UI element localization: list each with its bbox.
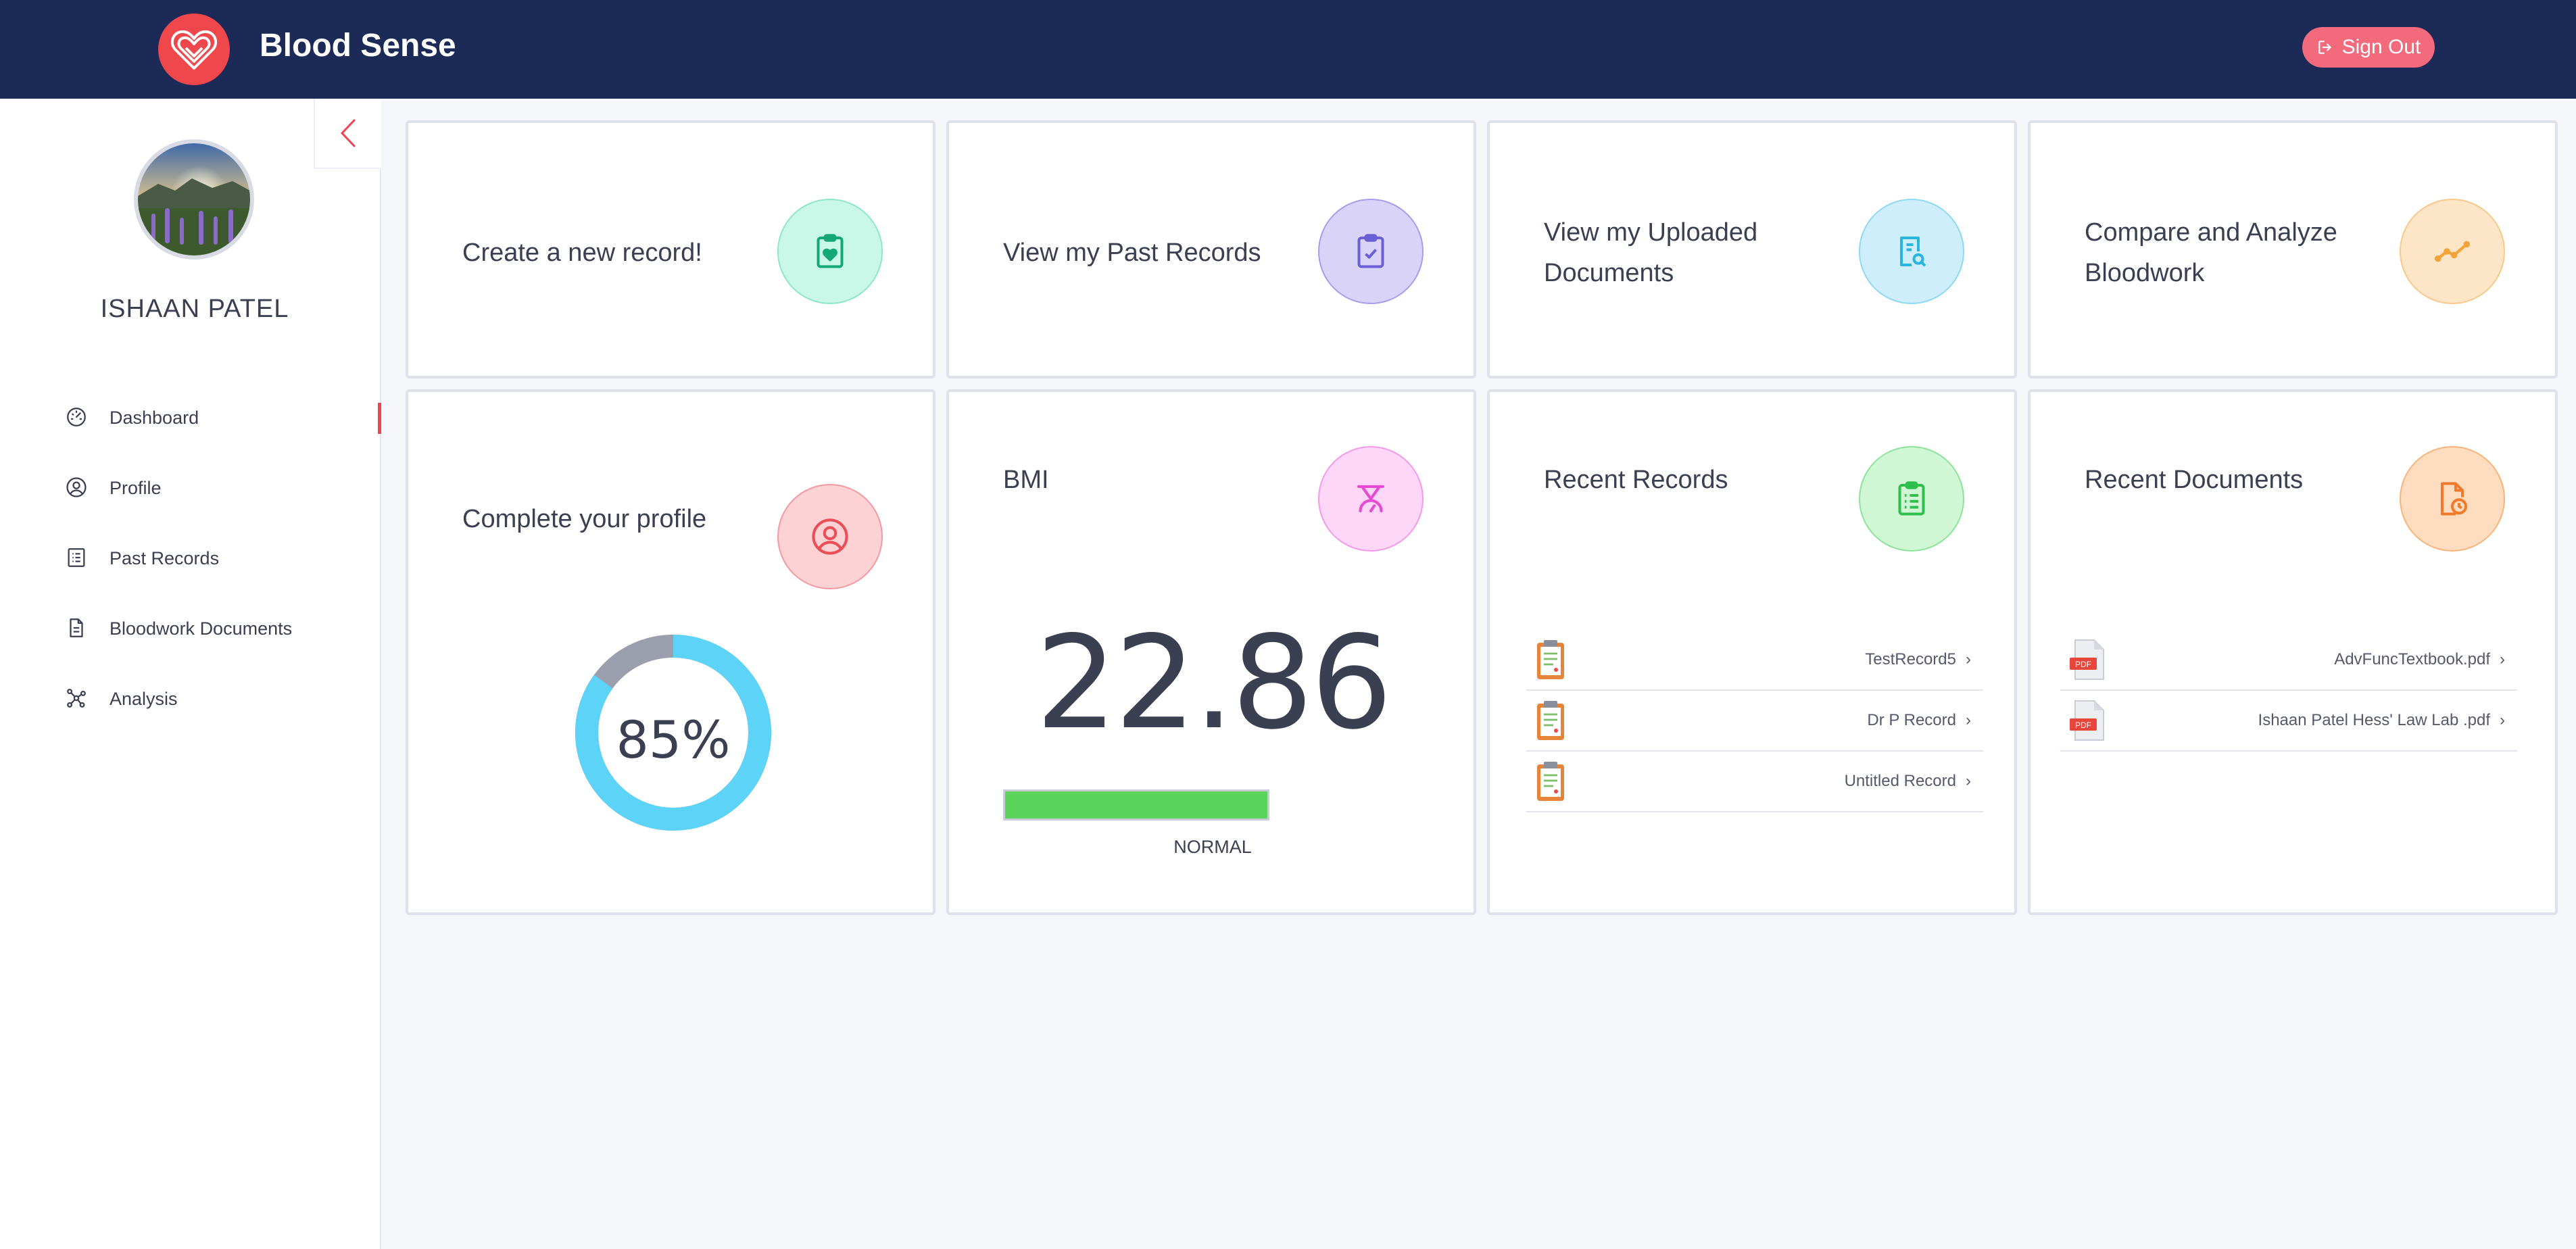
chevron-right-icon: › bbox=[1966, 650, 1971, 668]
sign-out-icon bbox=[2318, 41, 2331, 54]
card-title: View my Past Records bbox=[1003, 239, 1261, 267]
avatar[interactable] bbox=[134, 139, 254, 260]
compare-analyze-card[interactable]: Compare and Analyze Bloodwork bbox=[2028, 120, 2558, 378]
list-item[interactable]: Dr P Record › bbox=[1526, 691, 1983, 752]
sidebar-item-label: Dashboard bbox=[110, 407, 199, 428]
sidebar-item-label: Analysis bbox=[110, 688, 178, 709]
trend-line-icon bbox=[2400, 199, 2505, 304]
pdf-file-icon: PDF bbox=[2068, 639, 2108, 681]
sidebar-item-bloodwork-documents[interactable]: Bloodwork Documents bbox=[0, 593, 381, 664]
document-clock-icon[interactable] bbox=[2400, 446, 2505, 552]
user-circle-icon bbox=[65, 476, 89, 500]
create-record-card[interactable]: Create a new record! bbox=[406, 120, 935, 378]
bmi-level-bar bbox=[1003, 789, 1269, 821]
clipboard-heart-icon bbox=[777, 199, 883, 304]
card-title: Recent Documents bbox=[2085, 466, 2304, 494]
document-name: AdvFuncTextbook.pdf bbox=[2334, 650, 2490, 668]
sidebar-item-label: Past Records bbox=[110, 547, 220, 568]
clipboard-icon bbox=[1534, 700, 1567, 741]
sidebar-item-analysis[interactable]: Analysis bbox=[0, 664, 381, 734]
sidebar: ISHAAN PATEL Dashboard Profile Past Reco… bbox=[0, 99, 381, 1249]
uploaded-documents-card[interactable]: View my Uploaded Documents bbox=[1487, 120, 2017, 378]
card-title: Recent Records bbox=[1544, 466, 1728, 494]
chevron-right-icon: › bbox=[1966, 772, 1971, 790]
chevron-left-icon bbox=[340, 119, 356, 147]
complete-profile-card[interactable]: Complete your profile 85% bbox=[406, 389, 935, 915]
clipboard-list-icon[interactable] bbox=[1859, 446, 1964, 552]
sidebar-item-label: Bloodwork Documents bbox=[110, 618, 293, 639]
sign-out-button[interactable]: Sign Out bbox=[2302, 27, 2435, 68]
svg-text:PDF: PDF bbox=[2075, 720, 2091, 730]
card-title: Compare and Analyze Bloodwork bbox=[2085, 218, 2337, 287]
chevron-right-icon: › bbox=[2500, 711, 2505, 729]
heart-logo-icon[interactable] bbox=[158, 14, 230, 85]
card-title: View my Uploaded Documents bbox=[1544, 218, 1758, 287]
document-search-icon bbox=[1859, 199, 1964, 304]
svg-text:PDF: PDF bbox=[2075, 660, 2091, 669]
record-name: Dr P Record bbox=[1867, 711, 1956, 729]
dashboard-gauge-icon bbox=[65, 406, 89, 430]
profile-percent: 85% bbox=[616, 710, 731, 770]
chevron-right-icon: › bbox=[2500, 650, 2505, 668]
card-title: Create a new record! bbox=[462, 239, 702, 267]
sidebar-item-past-records[interactable]: Past Records bbox=[0, 523, 381, 593]
sidebar-nav: Dashboard Profile Past Records Bloodwork… bbox=[0, 383, 381, 734]
document-name: Ishaan Patel Hess' Law Lab .pdf bbox=[2258, 711, 2490, 729]
recent-documents-card: Recent Documents PDF AdvFuncTextbook.pdf… bbox=[2028, 389, 2558, 915]
list-icon bbox=[65, 546, 89, 570]
sidebar-item-dashboard[interactable]: Dashboard bbox=[0, 383, 381, 453]
past-records-card[interactable]: View my Past Records bbox=[946, 120, 1476, 378]
document-icon bbox=[65, 616, 89, 641]
clipboard-check-icon bbox=[1318, 199, 1424, 304]
clipboard-icon bbox=[1534, 760, 1567, 802]
top-bar: Blood Sense Sign Out bbox=[0, 0, 2576, 99]
record-name: TestRecord5 bbox=[1865, 650, 1956, 668]
bmi-status: NORMAL bbox=[1173, 837, 1252, 857]
chevron-right-icon: › bbox=[1966, 711, 1971, 729]
recent-documents-list: PDF AdvFuncTextbook.pdf › PDF Ishaan Pate… bbox=[2060, 630, 2517, 752]
record-name: Untitled Record bbox=[1844, 772, 1956, 790]
app-title: Blood Sense bbox=[260, 28, 456, 64]
card-title: BMI bbox=[1003, 466, 1049, 494]
bmi-value: 22.86 bbox=[1036, 608, 1392, 758]
list-item[interactable]: Untitled Record › bbox=[1526, 752, 1983, 812]
scale-icon bbox=[1318, 446, 1424, 552]
list-item[interactable]: PDF Ishaan Patel Hess' Law Lab .pdf › bbox=[2060, 691, 2517, 752]
recent-records-card: Recent Records TestRecord5 › Dr P Record ›… bbox=[1487, 389, 2017, 915]
user-circle-icon bbox=[777, 484, 883, 589]
clipboard-icon bbox=[1534, 639, 1567, 681]
sidebar-item-label: Profile bbox=[110, 477, 162, 498]
collapse-sidebar-button[interactable] bbox=[314, 99, 381, 169]
user-name: ISHAAN PATEL bbox=[100, 295, 289, 323]
card-title: Complete your profile bbox=[462, 505, 707, 533]
recent-records-list: TestRecord5 › Dr P Record › Untitled Recor… bbox=[1526, 630, 1983, 812]
sign-out-label: Sign Out bbox=[2341, 36, 2421, 58]
list-item[interactable]: TestRecord5 › bbox=[1526, 630, 1983, 691]
list-item[interactable]: PDF AdvFuncTextbook.pdf › bbox=[2060, 630, 2517, 691]
bmi-card: BMI 22.86 NORMAL bbox=[946, 389, 1476, 915]
network-nodes-icon bbox=[65, 687, 89, 711]
sidebar-item-profile[interactable]: Profile bbox=[0, 453, 381, 523]
pdf-file-icon: PDF bbox=[2068, 700, 2108, 741]
